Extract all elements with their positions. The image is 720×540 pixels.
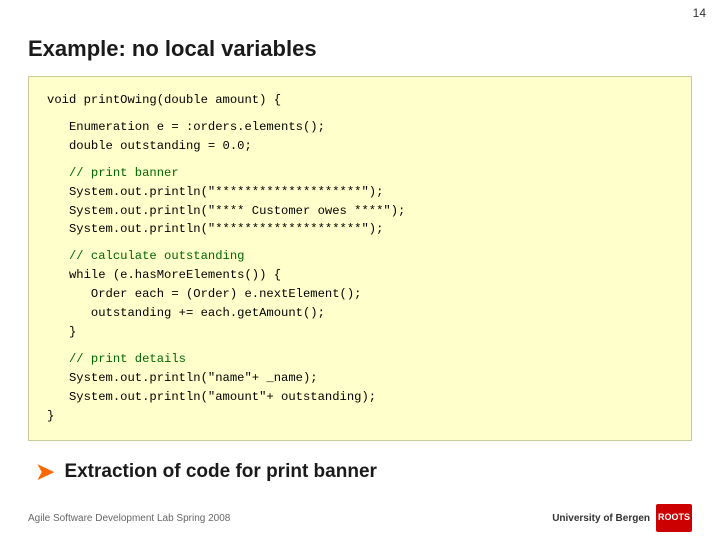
code-line: while (e.hasMoreElements()) { xyxy=(47,266,673,285)
page-number: 14 xyxy=(693,6,706,20)
code-line: double outstanding = 0.0; xyxy=(47,137,673,156)
slide-container: 14 Example: no local variables void prin… xyxy=(0,0,720,540)
code-comment: // print details xyxy=(47,350,673,369)
code-line: void printOwing(double amount) { xyxy=(47,91,673,110)
logo-box: ROOTS xyxy=(656,504,692,532)
arrow-icon: ➤ xyxy=(36,459,54,485)
footer: Agile Software Development Lab Spring 20… xyxy=(28,504,692,532)
code-line: outstanding += each.getAmount(); xyxy=(47,304,673,323)
university-text: University of Bergen xyxy=(552,513,650,524)
code-line: System.out.println("name"+ _name); xyxy=(47,369,673,388)
code-line: Order each = (Order) e.nextElement(); xyxy=(47,285,673,304)
code-line: } xyxy=(47,323,673,342)
code-line: System.out.println("********************… xyxy=(47,220,673,239)
code-blank xyxy=(47,342,673,350)
slide-title: Example: no local variables xyxy=(28,36,692,62)
code-comment: // calculate outstanding xyxy=(47,247,673,266)
logo-text: ROOTS xyxy=(658,513,690,523)
extraction-section: ➤ Extraction of code for print banner xyxy=(28,459,692,485)
code-line: System.out.println("amount"+ outstanding… xyxy=(47,388,673,407)
code-blank xyxy=(47,110,673,118)
code-blank xyxy=(47,156,673,164)
code-line: Enumeration e = :orders.elements(); xyxy=(47,118,673,137)
footer-right: University of Bergen ROOTS xyxy=(552,504,692,532)
code-box: void printOwing(double amount) { Enumera… xyxy=(28,76,692,441)
extraction-text: Extraction of code for print banner xyxy=(64,461,376,483)
code-line: System.out.println("********************… xyxy=(47,183,673,202)
footer-label: Agile Software Development Lab Spring 20… xyxy=(28,513,230,524)
code-line: System.out.println("**** Customer owes *… xyxy=(47,202,673,221)
code-line: } xyxy=(47,407,673,426)
code-comment: // print banner xyxy=(47,164,673,183)
code-blank xyxy=(47,239,673,247)
